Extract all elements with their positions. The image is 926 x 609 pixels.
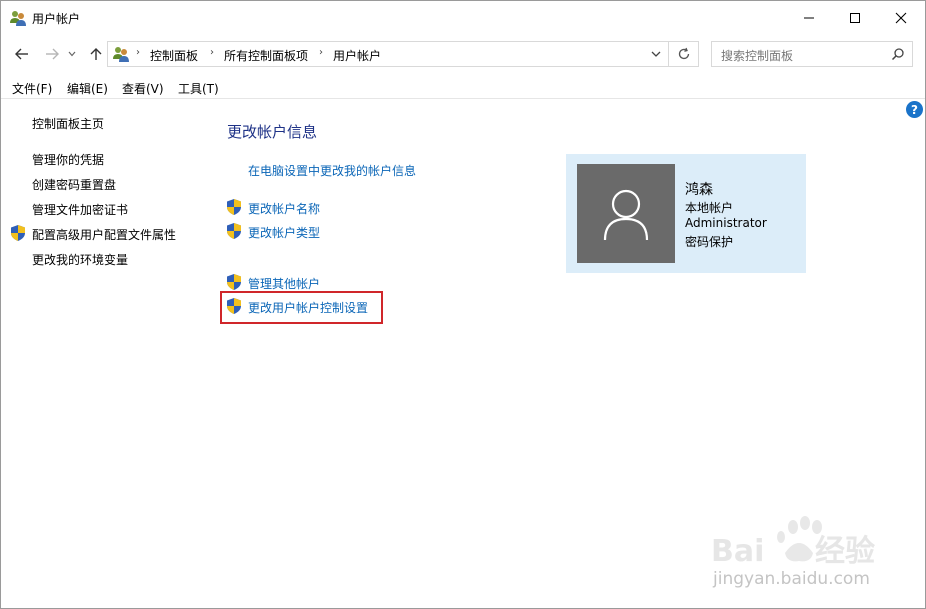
- change-account-name-link[interactable]: 更改帐户名称: [248, 200, 320, 217]
- chevron-down-icon: [68, 51, 76, 57]
- control-panel-icon: [112, 45, 130, 63]
- minimize-button[interactable]: [786, 1, 832, 35]
- back-button[interactable]: [11, 43, 33, 65]
- manage-encryption-certificates-link[interactable]: 管理文件加密证书: [32, 201, 128, 218]
- search-input[interactable]: 搜索控制面板: [711, 41, 913, 67]
- account-protection: 密码保护: [685, 235, 734, 249]
- change-account-in-pc-settings-link[interactable]: 在电脑设置中更改我的帐户信息: [248, 162, 416, 179]
- svg-text:经验: 经验: [815, 534, 875, 569]
- address-bar[interactable]: › 控制面板 › 所有控制面板项 › 用户帐户: [107, 41, 669, 67]
- search-placeholder: 搜索控制面板: [721, 49, 794, 63]
- menu-tools[interactable]: 工具(T): [178, 80, 219, 97]
- maximize-icon: [850, 13, 860, 23]
- control-panel-home-link[interactable]: 控制面板主页: [32, 115, 104, 132]
- recent-locations-button[interactable]: [65, 43, 79, 65]
- change-environment-variables-link[interactable]: 更改我的环境变量: [32, 251, 128, 268]
- advanced-user-profile-properties-link[interactable]: 配置高级用户配置文件属性: [32, 226, 176, 243]
- breadcrumb-separator-icon: ›: [319, 47, 323, 58]
- minimize-icon: [804, 17, 814, 19]
- manage-other-accounts-link[interactable]: 管理其他帐户: [248, 275, 320, 292]
- menu-edit[interactable]: 编辑(E): [67, 80, 108, 97]
- account-name: 鸿森: [685, 182, 713, 198]
- change-uac-settings-link[interactable]: 更改用户帐户控制设置: [248, 299, 368, 316]
- up-button[interactable]: [85, 43, 107, 65]
- menu-view[interactable]: 查看(V): [122, 80, 164, 97]
- menu-file[interactable]: 文件(F): [12, 80, 52, 97]
- account-group: Administrator: [685, 216, 767, 230]
- chevron-down-icon: [651, 51, 661, 57]
- svg-text:Bai: Bai: [711, 534, 764, 569]
- account-type: 本地帐户: [685, 201, 734, 215]
- uac-shield-icon: [10, 224, 26, 242]
- breadcrumb-control-panel[interactable]: 控制面板: [150, 47, 198, 64]
- create-password-reset-disk-link[interactable]: 创建密码重置盘: [32, 176, 116, 193]
- search-icon[interactable]: [891, 47, 905, 61]
- refresh-button[interactable]: [669, 41, 699, 67]
- refresh-icon: [678, 47, 689, 60]
- account-card: 鸿森 本地帐户 Administrator 密码保护: [566, 154, 806, 273]
- close-icon: [895, 12, 907, 24]
- uac-shield-icon: [226, 198, 242, 216]
- arrow-left-icon: [15, 48, 28, 60]
- maximize-button[interactable]: [832, 1, 878, 35]
- navigation-row: › 控制面板 › 所有控制面板项 › 用户帐户 搜索控制面板: [1, 37, 925, 73]
- avatar: [577, 164, 675, 263]
- user-accounts-window: 用户帐户 › 控制面板 › 所有控制面板项 › 用户帐户 搜索控制面板 文件(F…: [0, 0, 926, 609]
- arrow-right-icon: [46, 48, 59, 60]
- user-silhouette-icon: [603, 189, 649, 240]
- breadcrumb-separator-icon: ›: [136, 47, 140, 58]
- user-accounts-icon: [9, 9, 27, 27]
- menu-bar: 文件(F) 编辑(E) 查看(V) 工具(T): [1, 77, 925, 99]
- uac-shield-icon: [226, 222, 242, 240]
- page-title: 更改帐户信息: [227, 123, 318, 141]
- forward-button[interactable]: [41, 43, 63, 65]
- breadcrumb-separator-icon: ›: [210, 47, 214, 58]
- uac-shield-icon: [226, 297, 242, 315]
- breadcrumb-user-accounts[interactable]: 用户帐户: [333, 47, 381, 64]
- manage-credentials-link[interactable]: 管理你的凭据: [32, 151, 104, 168]
- arrow-up-icon: [90, 48, 102, 60]
- help-icon[interactable]: ?: [906, 101, 923, 118]
- watermark-url: jingyan.baidu.com: [713, 569, 870, 589]
- close-button[interactable]: [878, 1, 924, 35]
- window-title: 用户帐户: [32, 12, 81, 26]
- uac-shield-icon: [226, 273, 242, 291]
- address-dropdown-button[interactable]: [648, 46, 664, 62]
- breadcrumb-all-items[interactable]: 所有控制面板项: [224, 47, 308, 64]
- baidu-watermark-logo: Bai 经验: [711, 516, 875, 569]
- change-account-type-link[interactable]: 更改帐户类型: [248, 224, 320, 241]
- title-bar: 用户帐户: [1, 1, 925, 35]
